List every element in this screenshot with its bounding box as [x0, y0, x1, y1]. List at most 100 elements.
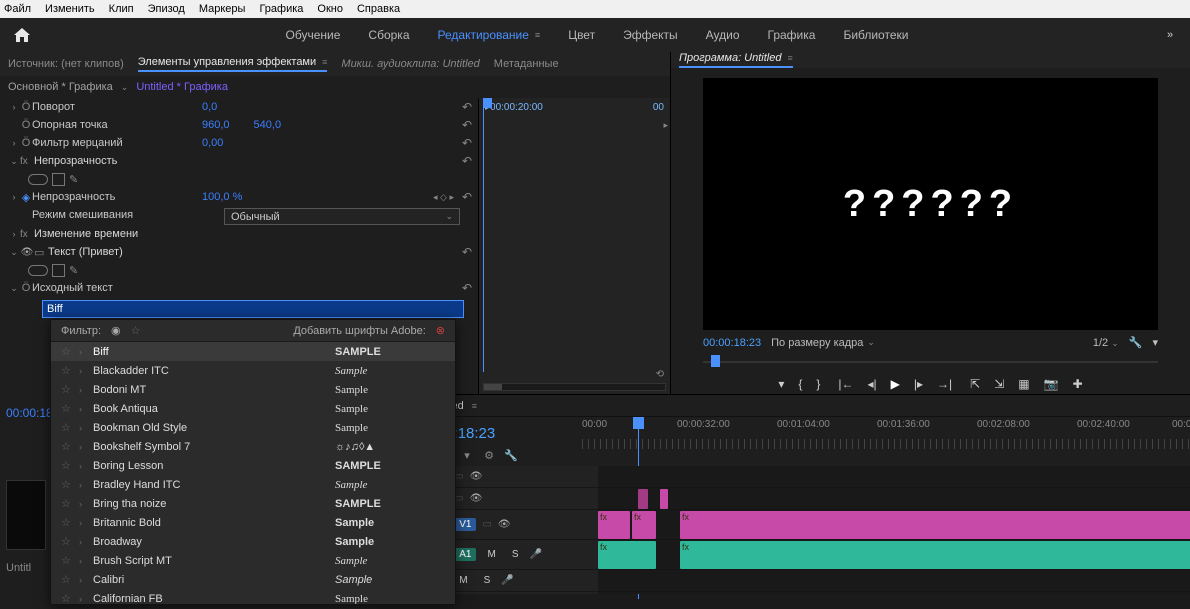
reset-icon[interactable]: ↶ [462, 245, 472, 259]
thumbnail[interactable] [6, 480, 46, 550]
timeline-tracks[interactable]: fx fx fx fx fx [598, 466, 1190, 594]
clip-video[interactable]: fx [598, 511, 630, 539]
zoom-fit-select[interactable]: По размеру кадра⌄ [771, 337, 875, 349]
mic-icon[interactable]: 🎤 [501, 575, 513, 586]
prop-rotation[interactable]: Поворот [32, 101, 202, 113]
reset-icon[interactable]: ↶ [462, 154, 472, 168]
reset-icon[interactable]: ↶ [462, 136, 472, 150]
favorite-star-icon[interactable]: ☆ [61, 478, 79, 491]
menu-item[interactable]: Маркеры [199, 3, 246, 15]
play-icon[interactable]: ▶ [891, 377, 900, 391]
mark-in-icon[interactable]: { [798, 377, 802, 391]
font-option[interactable]: ☆›Boring LessonSAMPLE [51, 456, 455, 475]
mask-rect-icon[interactable] [52, 264, 65, 277]
workspace-tab[interactable]: Обучение [286, 28, 341, 42]
prop-blend[interactable]: Режим смешивания [32, 209, 202, 221]
font-option[interactable]: ☆›Bradley Hand ITCSample [51, 475, 455, 494]
mic-icon[interactable]: 🎤 [529, 549, 541, 560]
camera-icon[interactable]: 📷 [1044, 377, 1059, 391]
clip-video[interactable]: fx [680, 511, 1190, 539]
section-text[interactable]: Текст (Привет) [48, 246, 218, 258]
settings-icon[interactable]: ⚙ [482, 449, 496, 462]
extract-icon[interactable]: ⇲ [994, 377, 1004, 391]
program-timecode[interactable]: 00:00:18:23 [703, 337, 761, 349]
tab-metadata[interactable]: Метаданные [494, 58, 559, 70]
add-marker-icon[interactable]: ▾ [778, 377, 784, 391]
font-option[interactable]: ☆›Brush Script MTSample [51, 551, 455, 570]
font-option[interactable]: ☆›Bookshelf Symbol 7☼♪♫◊▲ [51, 437, 455, 456]
font-option[interactable]: ☆›BiffSAMPLE [51, 342, 455, 361]
step-fwd-icon[interactable]: |▸ [914, 377, 923, 391]
go-out-icon[interactable]: →| [937, 377, 952, 391]
breadcrumb-master[interactable]: Основной * Графика [8, 81, 113, 93]
mark-out-icon[interactable]: } [816, 377, 820, 391]
menu-item[interactable]: Клип [109, 3, 134, 15]
menu-item[interactable]: Окно [317, 3, 343, 15]
reset-icon[interactable]: ↶ [462, 100, 472, 114]
tab-source[interactable]: Источник: (нет клипов) [8, 58, 124, 70]
mask-pen-icon[interactable]: ✎ [69, 264, 78, 277]
menu-item[interactable]: Графика [259, 3, 303, 15]
prop-opacity-value[interactable]: 100,0 % [202, 191, 242, 203]
favorite-star-icon[interactable]: ☆ [61, 516, 79, 529]
timeline-ruler[interactable]: 00:00 00:00:32:00 00:01:04:00 00:01:36:0… [582, 417, 1190, 449]
marker-icon[interactable]: ▾ [460, 449, 474, 462]
favorite-star-icon[interactable]: ☆ [61, 421, 79, 434]
mini-scrollbar[interactable] [483, 383, 666, 391]
wrench-icon[interactable]: 🔧 [504, 449, 518, 462]
lift-icon[interactable]: ⇱ [970, 377, 980, 391]
reset-icon[interactable]: ↶ [462, 118, 472, 132]
button-editor-icon[interactable]: ✚ [1073, 377, 1083, 391]
favorite-star-icon[interactable]: ☆ [61, 592, 79, 604]
chevron-down-icon[interactable]: ⌄ [121, 82, 129, 93]
eye-icon[interactable]: 👁 [498, 519, 511, 530]
creative-cloud-icon[interactable]: ⊗ [436, 324, 445, 337]
mask-rect-icon[interactable] [52, 173, 65, 186]
eye-icon[interactable]: 👁 [20, 247, 34, 258]
program-scrubber[interactable] [703, 353, 1158, 369]
font-option[interactable]: ☆›Bookman Old StyleSample [51, 418, 455, 437]
font-option[interactable]: ☆›Blackadder ITCSample [51, 361, 455, 380]
go-in-icon[interactable]: |← [838, 377, 853, 391]
mask-ellipse-icon[interactable] [28, 265, 48, 276]
filter-fav-icon[interactable]: ☆ [131, 324, 141, 337]
workspace-tab[interactable]: Аудио [706, 28, 740, 42]
favorite-star-icon[interactable]: ☆ [61, 554, 79, 567]
prop-opacity[interactable]: Непрозрачность [32, 191, 202, 203]
menu-item[interactable]: Справка [357, 3, 400, 15]
workspace-tab[interactable]: Цвет [568, 28, 595, 42]
reset-icon[interactable]: ↶ [462, 281, 472, 295]
font-option[interactable]: ☆›Bodoni MTSample [51, 380, 455, 399]
export-frame-icon[interactable]: ▦ [1018, 377, 1029, 391]
favorite-star-icon[interactable]: ☆ [61, 497, 79, 510]
favorite-star-icon[interactable]: ☆ [61, 402, 79, 415]
ec-mini-timeline[interactable]: ▸00:00:20:0000 ▸ ⟲ [478, 98, 670, 394]
zoom-icon[interactable]: ⟲ [656, 369, 664, 380]
tab-program[interactable]: Программа: Untitled≡ [679, 52, 793, 68]
font-option[interactable]: ☆›BroadwaySample [51, 532, 455, 551]
mask-ellipse-icon[interactable] [28, 174, 48, 185]
favorite-star-icon[interactable]: ☆ [61, 535, 79, 548]
prop-anchor[interactable]: Опорная точка [32, 119, 202, 131]
font-family-input[interactable]: Biff [42, 300, 464, 318]
menu-item[interactable]: Эпизод [148, 3, 185, 15]
font-option[interactable]: ☆›Britannic BoldSample [51, 513, 455, 532]
workspace-tab[interactable]: Сборка [368, 28, 409, 42]
step-back-icon[interactable]: ◂| [868, 377, 877, 391]
workspace-tab-active[interactable]: Редактирование≡ [438, 28, 541, 42]
program-monitor[interactable]: ?????? [703, 78, 1158, 330]
prop-rotation-value[interactable]: 0,0 [202, 101, 217, 113]
prop-anchor-x[interactable]: 960,0 [202, 119, 230, 131]
clip-graphics[interactable] [638, 489, 648, 509]
track-target-a1[interactable]: A1 [454, 548, 476, 561]
clip-audio[interactable]: fx [680, 541, 1190, 569]
favorite-star-icon[interactable]: ☆ [61, 459, 79, 472]
favorite-star-icon[interactable]: ☆ [61, 364, 79, 377]
tab-audio-mixer[interactable]: Микш. аудиоклипа: Untitled [341, 58, 479, 70]
clip-graphics[interactable] [660, 489, 668, 509]
favorite-star-icon[interactable]: ☆ [61, 383, 79, 396]
prop-source-text[interactable]: Исходный текст [32, 282, 202, 294]
menu-item[interactable]: Изменить [45, 3, 95, 15]
font-option[interactable]: ☆›CalibriSample [51, 570, 455, 589]
prop-anchor-y[interactable]: 540,0 [254, 119, 282, 131]
